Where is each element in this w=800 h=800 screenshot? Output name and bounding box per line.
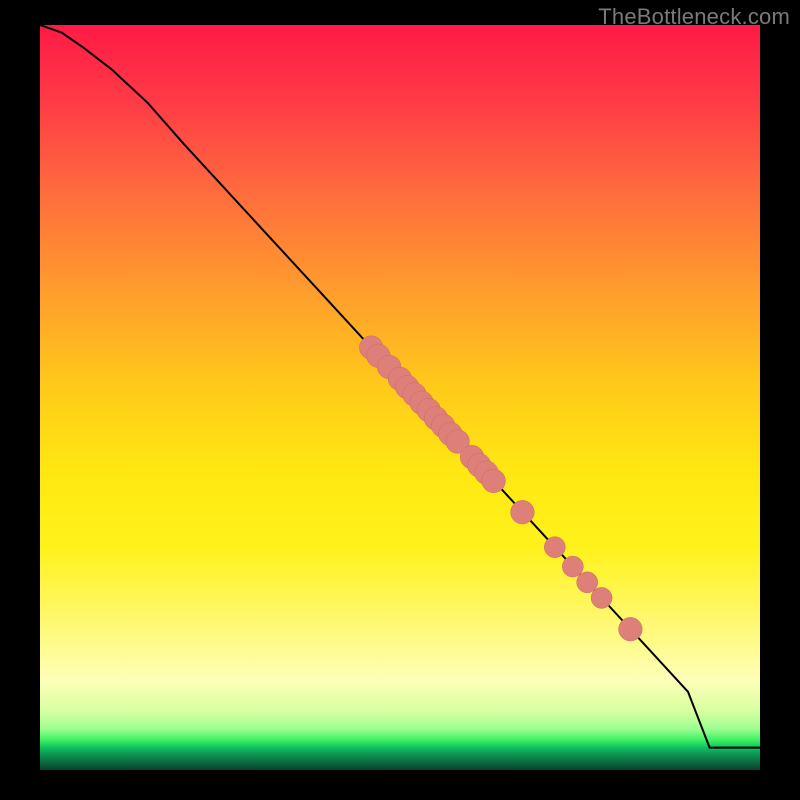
data-marker: [591, 587, 612, 608]
data-marker: [544, 537, 565, 558]
data-marker: [619, 617, 643, 641]
chart-frame: TheBottleneck.com: [0, 0, 800, 800]
data-marker: [577, 572, 598, 593]
watermark-text: TheBottleneck.com: [598, 4, 790, 30]
chart-svg: [40, 25, 760, 770]
plot-area: [40, 25, 760, 770]
data-marker: [562, 556, 583, 577]
data-marker: [511, 500, 535, 524]
data-marker: [482, 469, 506, 493]
data-markers: [359, 336, 642, 641]
